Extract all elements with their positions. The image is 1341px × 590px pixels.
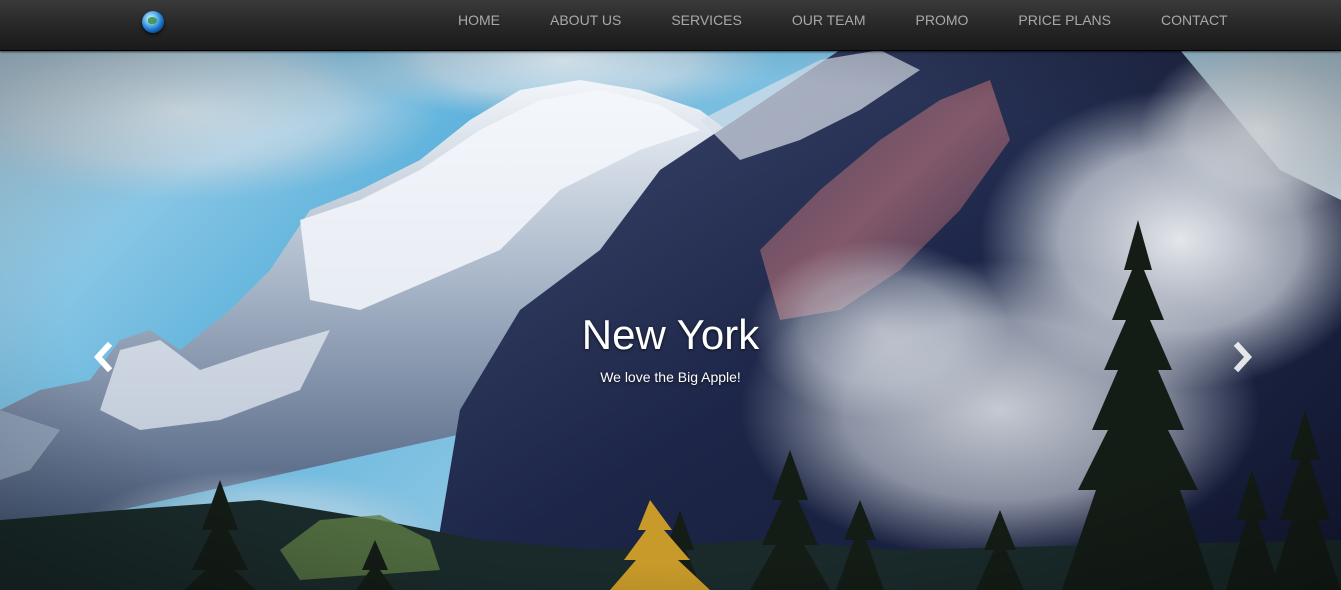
chevron-right-icon [1233, 341, 1253, 373]
slide-text: We love the Big Apple! [600, 369, 741, 385]
nav-home[interactable]: HOME [433, 0, 525, 50]
nav-contact[interactable]: CONTACT [1136, 0, 1253, 50]
carousel-next-button[interactable] [1228, 340, 1258, 374]
slide-title: New York [581, 311, 760, 358]
chevron-left-icon [93, 341, 113, 373]
page: HOME ABOUT US SERVICES OUR TEAM PROMO PR… [0, 0, 1341, 590]
nav-price-plans[interactable]: PRICE PLANS [993, 0, 1136, 50]
nav-our-team[interactable]: OUR TEAM [767, 0, 891, 50]
top-navbar: HOME ABOUT US SERVICES OUR TEAM PROMO PR… [0, 0, 1341, 51]
hero-carousel: New York We love the Big Apple! [0, 50, 1341, 590]
carousel-caption: New York We love the Big Apple! [0, 308, 1341, 386]
nav-services[interactable]: SERVICES [646, 0, 767, 50]
nav-about-us[interactable]: ABOUT US [525, 0, 646, 50]
nav-promo[interactable]: PROMO [891, 0, 994, 50]
globe-icon[interactable] [142, 11, 164, 33]
nav-menu: HOME ABOUT US SERVICES OUR TEAM PROMO PR… [433, 0, 1253, 50]
carousel-prev-button[interactable] [88, 340, 118, 374]
